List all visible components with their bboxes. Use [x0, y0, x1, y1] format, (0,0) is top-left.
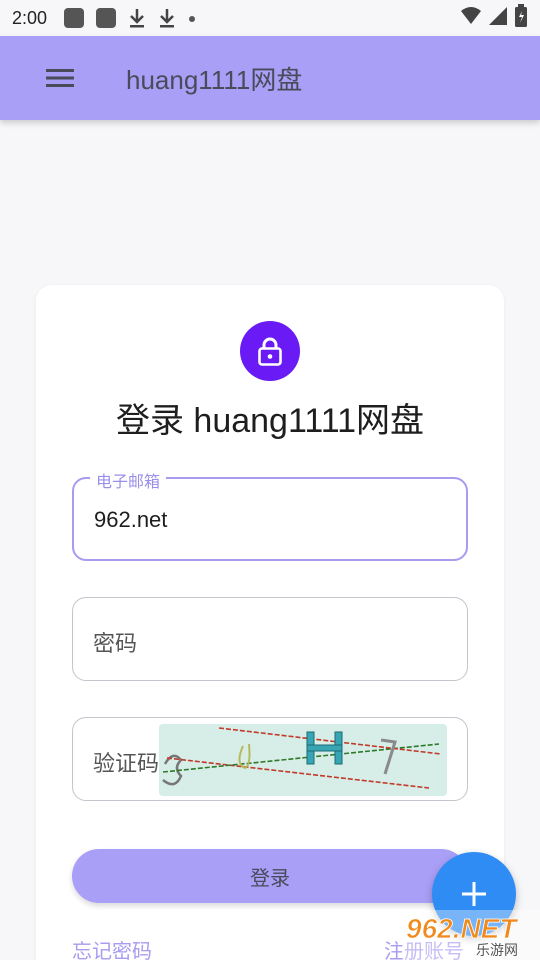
watermark-logo: 962.NET 乐游网	[402, 910, 540, 960]
download-icon	[127, 7, 147, 29]
watermark-subtext: 乐游网	[476, 943, 518, 959]
signal-icon	[488, 6, 508, 31]
menu-icon	[46, 69, 74, 87]
email-value: 962.net	[94, 507, 168, 532]
login-button[interactable]: 登录	[72, 849, 468, 903]
app-icon	[63, 7, 85, 29]
email-field[interactable]: 电子邮箱 962.net	[72, 468, 468, 561]
app-title: huang1111网盘	[126, 64, 303, 95]
password-placeholder: 密码	[93, 631, 138, 656]
login-card: 登录 huang1111网盘 电子邮箱 962.net 密码 验证码 登录 忘记…	[36, 285, 504, 960]
wifi-icon	[460, 6, 482, 31]
watermark-text: 962.NET	[406, 913, 519, 944]
lock-badge	[240, 321, 300, 381]
email-label: 电子邮箱	[90, 468, 167, 492]
menu-button[interactable]	[36, 54, 84, 102]
app-icon	[95, 7, 117, 29]
app-bar: huang1111网盘	[0, 36, 540, 120]
status-time: 2:00	[12, 7, 48, 28]
dot-icon	[187, 7, 197, 29]
status-bar: 2:00	[0, 0, 540, 36]
download-icon	[157, 7, 177, 29]
login-heading: 登录 huang1111网盘	[115, 402, 425, 440]
captcha-field[interactable]: 验证码	[72, 717, 468, 801]
captcha-placeholder: 验证码	[93, 751, 160, 776]
plus-icon	[462, 882, 486, 906]
lock-icon	[258, 337, 282, 366]
forgot-password-link[interactable]: 忘记密码	[72, 935, 152, 960]
battery-icon	[514, 3, 528, 33]
password-field[interactable]: 密码	[72, 597, 468, 681]
captcha-image[interactable]	[159, 724, 447, 796]
